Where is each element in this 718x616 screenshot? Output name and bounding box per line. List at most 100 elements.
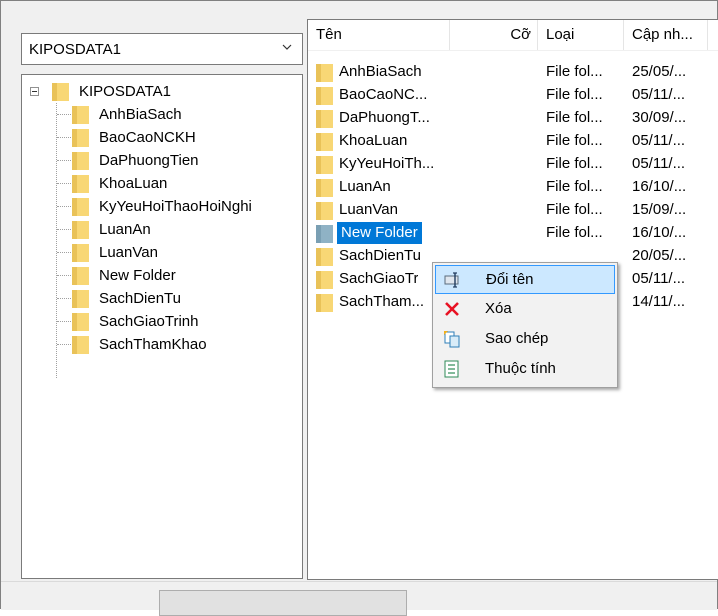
tree-item-label: LuanAn (99, 221, 151, 238)
tree-item-label: KIPOSDATA1 (79, 83, 171, 100)
list-item[interactable]: DaPhuongT... File fol... 30/09/... (308, 107, 718, 129)
folder-icon (316, 202, 333, 220)
left-panel: KIPOSDATA1 KIPOSDATA1 AnhBiaSach BaoCaoN… (11, 19, 307, 579)
item-type: File fol... (546, 86, 603, 103)
folder-icon (316, 156, 333, 174)
folder-icon (72, 221, 89, 239)
folder-icon (316, 248, 333, 266)
tree-item-daphuongtien[interactable]: DaPhuongTien (22, 149, 302, 172)
menu-item-label: Thuộc tính (485, 360, 556, 377)
folder-icon (52, 83, 69, 101)
delete-icon (445, 302, 459, 316)
drive-combobox[interactable]: KIPOSDATA1 (21, 33, 303, 65)
folder-icon (316, 110, 333, 128)
item-type: File fol... (546, 132, 603, 149)
folder-icon (72, 313, 89, 331)
list-item[interactable]: KyYeuHoiTh... File fol... 05/11/... (308, 153, 718, 175)
tree-item-new-folder[interactable]: New Folder (22, 264, 302, 287)
dialog-window: KIPOSDATA1 KIPOSDATA1 AnhBiaSach BaoCaoN… (0, 0, 718, 616)
tree-item-label: LuanVan (99, 244, 158, 261)
list-item[interactable]: KhoaLuan File fol... 05/11/... (308, 130, 718, 152)
item-date: 05/11/... (632, 132, 686, 149)
tree-item-label: KhoaLuan (99, 175, 168, 192)
column-header-name[interactable]: Tên (308, 20, 450, 50)
item-date: 05/11/... (632, 270, 686, 287)
item-name: AnhBiaSach (339, 63, 422, 80)
item-date: 15/09/... (632, 201, 687, 218)
menu-item-label: Xóa (485, 300, 512, 317)
tree-item-label: BaoCaoNCKH (99, 129, 196, 146)
list-item[interactable]: AnhBiaSach File fol... 25/05/... (308, 61, 718, 83)
tree-item-label: SachGiaoTrinh (99, 313, 199, 330)
context-menu: Đổi tên Xóa Sao chép Thuộc tính (432, 262, 618, 388)
folder-icon (72, 198, 89, 216)
chevron-down-icon[interactable] (282, 42, 292, 52)
folder-icon (72, 336, 89, 354)
tree-connector (57, 114, 71, 115)
item-name: LuanAn (339, 178, 391, 195)
tree-item-luanan[interactable]: LuanAn (22, 218, 302, 241)
tree-item-kyyeuhoithaohoinghi[interactable]: KyYeuHoiThaoHoiNghi (22, 195, 302, 218)
menu-item-rename[interactable]: Đổi tên (435, 265, 615, 294)
item-date: 05/11/... (632, 155, 686, 172)
folder-icon (72, 106, 89, 124)
tree-item-anhbiasach[interactable]: AnhBiaSach (22, 103, 302, 126)
tree-connector (57, 275, 71, 276)
item-name: BaoCaoNC... (339, 86, 428, 103)
bottom-bar (1, 581, 717, 616)
tree-item-khoaluan[interactable]: KhoaLuan (22, 172, 302, 195)
column-header-row: Tên Cỡ Loại Cập nh... (308, 20, 718, 51)
tree-item-luanvan[interactable]: LuanVan (22, 241, 302, 264)
list-item-selected[interactable]: New Folder File fol... 16/10/... (308, 222, 718, 244)
column-header-type[interactable]: Loại (538, 20, 624, 50)
item-type: File fol... (546, 155, 603, 172)
item-name: KhoaLuan (339, 132, 408, 149)
folder-icon (316, 225, 333, 243)
copy-icon (444, 331, 460, 348)
item-name: DaPhuongT... (339, 109, 430, 126)
tree-item-baocaonckh[interactable]: BaoCaoNCKH (22, 126, 302, 149)
item-name: SachTham... (339, 293, 425, 310)
folder-icon (316, 64, 333, 82)
item-date: 20/05/... (632, 247, 687, 264)
folder-icon (72, 267, 89, 285)
tree-connector (57, 206, 71, 207)
menu-item-delete[interactable]: Xóa (435, 295, 615, 324)
tree-item-sachgiaotrinh[interactable]: SachGiaoTrinh (22, 310, 302, 333)
folder-icon (316, 133, 333, 151)
tree-item-label: AnhBiaSach (99, 106, 182, 123)
tree-item-root[interactable]: KIPOSDATA1 (22, 80, 302, 103)
menu-item-copy[interactable]: Sao chép (435, 325, 615, 354)
folder-icon (316, 87, 333, 105)
tree-item-label: KyYeuHoiThaoHoiNghi (99, 198, 252, 215)
item-name: LuanVan (339, 201, 398, 218)
column-header-modified[interactable]: Cập nh... (624, 20, 708, 50)
tree-item-sachdientu[interactable]: SachDienTu (22, 287, 302, 310)
column-header-size[interactable]: Cỡ (450, 20, 538, 50)
list-item[interactable]: LuanAn File fol... 16/10/... (308, 176, 718, 198)
tree-item-label: DaPhuongTien (99, 152, 199, 169)
tree-connector (57, 137, 71, 138)
tree-connector (57, 321, 71, 322)
collapse-icon[interactable] (30, 87, 39, 96)
tree-connector (57, 252, 71, 253)
list-item[interactable]: LuanVan File fol... 15/09/... (308, 199, 718, 221)
tree-item-label: SachDienTu (99, 290, 181, 307)
bottom-button[interactable] (159, 590, 407, 616)
item-name: KyYeuHoiTh... (339, 155, 435, 172)
item-date: 14/11/... (632, 293, 686, 310)
folder-icon (316, 179, 333, 197)
menu-item-properties[interactable]: Thuộc tính (435, 355, 615, 384)
item-date: 16/10/... (632, 178, 687, 195)
item-type: File fol... (546, 224, 603, 241)
item-name[interactable]: New Folder (337, 222, 422, 244)
tree-item-label: SachThamKhao (99, 336, 207, 353)
folder-tree[interactable]: KIPOSDATA1 AnhBiaSach BaoCaoNCKH DaPhuon… (21, 74, 303, 579)
menu-item-label: Đổi tên (486, 271, 534, 288)
list-item[interactable]: BaoCaoNC... File fol... 05/11/... (308, 84, 718, 106)
tree-item-sachthamkhao[interactable]: SachThamKhao (22, 333, 302, 356)
folder-icon (72, 244, 89, 262)
folder-icon (316, 294, 333, 312)
rename-icon (444, 272, 459, 288)
item-type: File fol... (546, 63, 603, 80)
